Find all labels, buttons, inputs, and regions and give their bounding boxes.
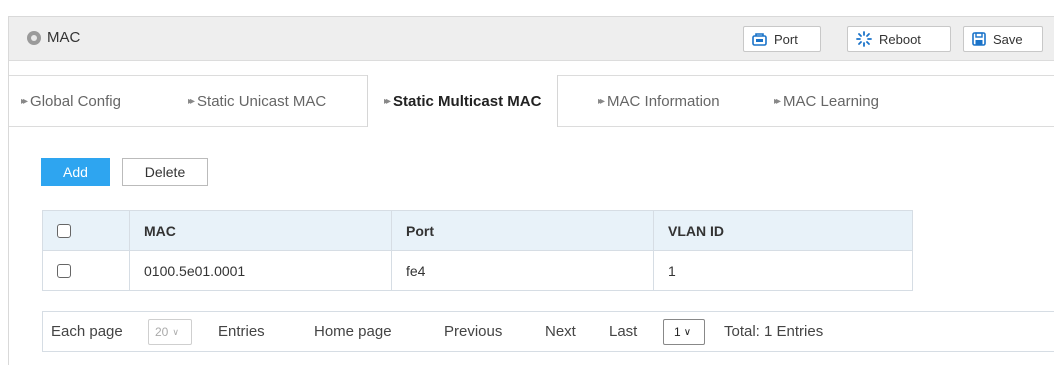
reboot-button[interactable]: Reboot xyxy=(847,26,951,52)
page-title: MAC xyxy=(47,29,81,46)
chevron-down-icon: ∨ xyxy=(172,326,179,337)
each-page-label: Each page xyxy=(51,323,123,340)
double-chevron-right-icon: ▸▸ xyxy=(774,95,781,107)
current-page-value: 1 xyxy=(674,325,681,339)
mac-table: MAC Port VLAN ID 0100.5e01.0001 fe4 1 xyxy=(42,210,913,291)
next-page-link[interactable]: Next xyxy=(545,323,576,340)
table-header-row: MAC Port VLAN ID xyxy=(43,211,912,251)
save-button[interactable]: Save xyxy=(963,26,1043,52)
circle-icon xyxy=(27,31,41,45)
double-chevron-right-icon: ▸▸ xyxy=(188,95,195,107)
tab-bar: ▸▸ Global Config ▸▸ Static Unicast MAC ▸… xyxy=(9,75,1054,127)
page-number-select[interactable]: 1 ∨ xyxy=(663,319,705,345)
tab-label: MAC Information xyxy=(607,92,720,110)
save-button-label: Save xyxy=(993,31,1023,47)
total-entries-label: Total: 1 Entries xyxy=(724,323,824,340)
tab-label: Static Multicast MAC xyxy=(393,92,542,110)
tab-static-multicast-mac[interactable]: ▸▸ Static Multicast MAC xyxy=(367,75,559,127)
reboot-button-label: Reboot xyxy=(879,31,921,47)
panel-header: MAC Port Reboot Save xyxy=(9,17,1054,61)
tab-global-config[interactable]: ▸▸ Global Config xyxy=(21,76,121,126)
column-header-port[interactable]: Port xyxy=(392,211,654,250)
add-button[interactable]: Add xyxy=(41,158,110,186)
double-chevron-right-icon: ▸▸ xyxy=(21,95,28,107)
column-header-vlan-id[interactable]: VLAN ID xyxy=(654,211,912,250)
cell-port: fe4 xyxy=(392,251,654,290)
save-icon xyxy=(972,32,986,46)
column-header-mac[interactable]: MAC xyxy=(130,211,392,250)
delete-button[interactable]: Delete xyxy=(122,158,208,186)
tab-label: Static Unicast MAC xyxy=(197,92,327,110)
port-icon xyxy=(752,33,767,46)
table-row: 0100.5e01.0001 fe4 1 xyxy=(43,251,912,290)
page-size-select[interactable]: 20 ∨ xyxy=(148,319,192,345)
row-select-cell xyxy=(43,251,130,290)
row-checkbox[interactable] xyxy=(57,263,71,278)
reboot-icon xyxy=(856,31,872,47)
tab-static-unicast-mac[interactable]: ▸▸ Static Unicast MAC xyxy=(188,76,326,126)
tab-label: Global Config xyxy=(30,92,121,110)
mac-panel: MAC Port Reboot Save ▸▸ Global Config ▸▸… xyxy=(8,16,1054,365)
tab-mac-information[interactable]: ▸▸ MAC Information xyxy=(598,76,720,126)
double-chevron-right-icon: ▸▸ xyxy=(384,95,391,107)
tab-label: MAC Learning xyxy=(783,92,879,110)
last-page-link[interactable]: Last xyxy=(609,323,637,340)
select-all-cell xyxy=(43,211,130,250)
chevron-down-icon: ∨ xyxy=(683,326,692,338)
cell-vlan-id: 1 xyxy=(668,262,676,279)
cell-mac: 0100.5e01.0001 xyxy=(130,251,392,290)
tab-mac-learning[interactable]: ▸▸ MAC Learning xyxy=(774,76,879,126)
port-button[interactable]: Port xyxy=(743,26,821,52)
pagination: Each page 20 ∨ Entries Home page Previou… xyxy=(42,311,1054,352)
home-page-link[interactable]: Home page xyxy=(314,323,392,340)
select-all-checkbox[interactable] xyxy=(57,223,71,238)
double-chevron-right-icon: ▸▸ xyxy=(598,95,605,107)
page-size-value: 20 xyxy=(155,325,169,339)
port-button-label: Port xyxy=(774,31,798,47)
previous-page-link[interactable]: Previous xyxy=(444,323,502,340)
entries-label: Entries xyxy=(218,323,265,340)
